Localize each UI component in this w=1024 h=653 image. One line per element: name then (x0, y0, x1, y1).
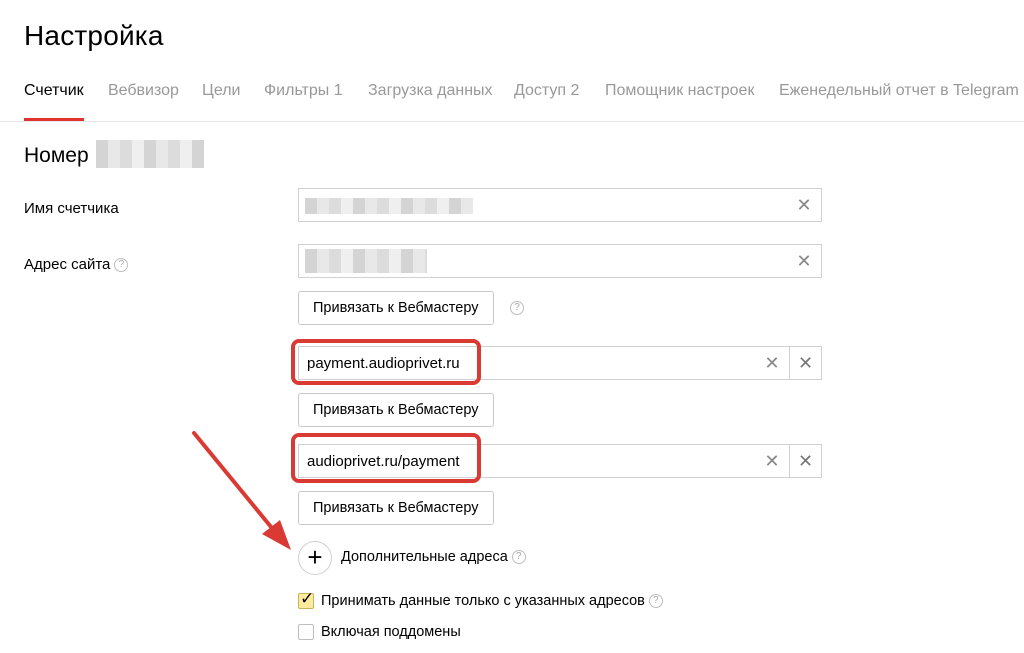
annotation-arrow-icon (192, 431, 291, 550)
